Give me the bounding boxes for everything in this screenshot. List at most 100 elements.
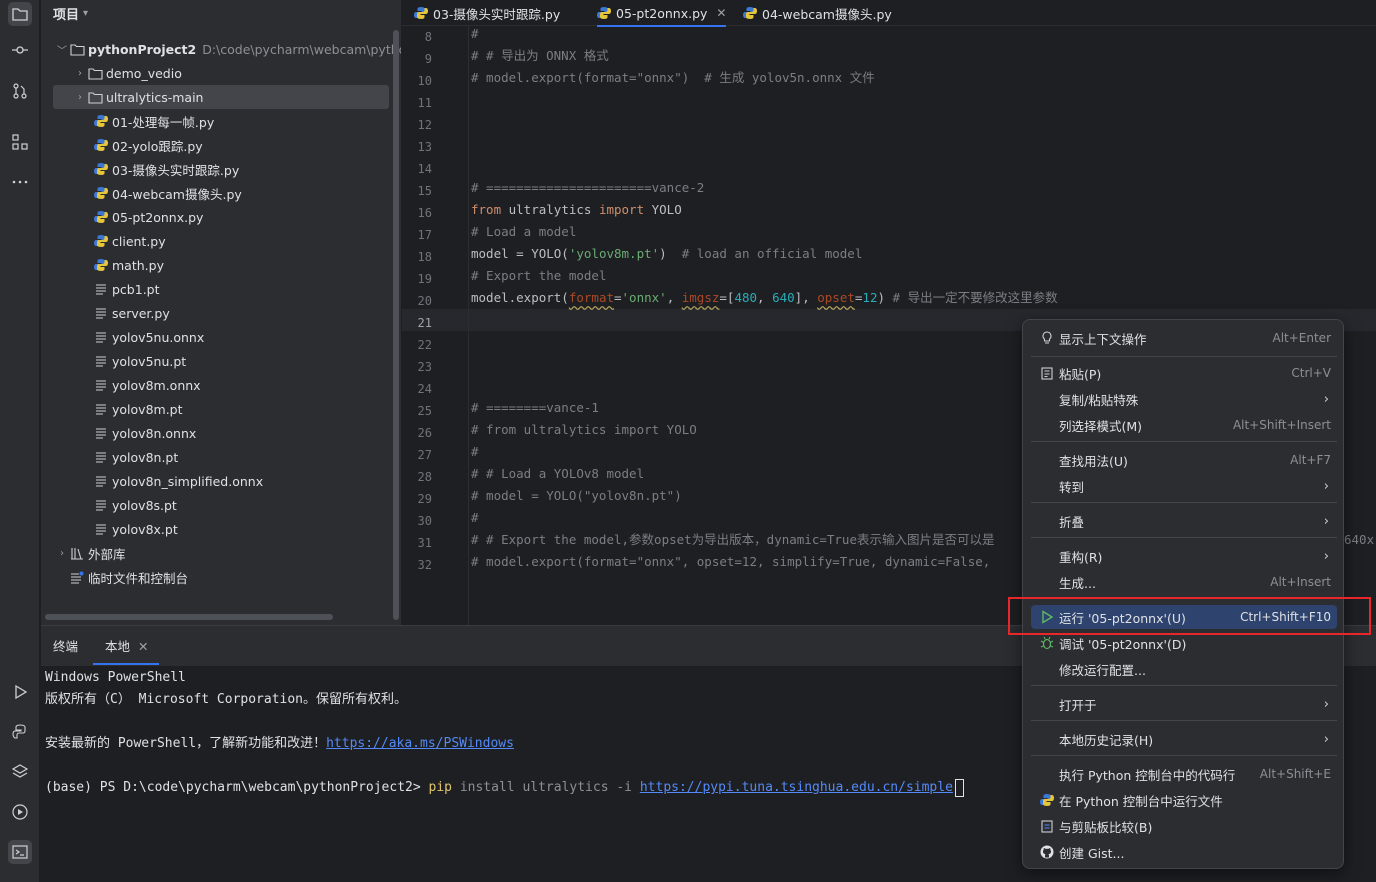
menu-item-modify-run-config[interactable]: 修改运行配置...	[1031, 657, 1337, 681]
code-line: # model.export(format="onnx", opset=12, …	[471, 554, 991, 569]
file-item[interactable]: yolov8n_simplified.onnx	[41, 469, 401, 493]
terminal-title: 终端	[53, 639, 79, 654]
external-libs-label: 外部库	[88, 546, 126, 562]
line-number: 19	[417, 272, 432, 286]
menu-item-refactor[interactable]: 重构(R) ›	[1031, 544, 1337, 568]
file-item[interactable]: yolov8m.onnx	[41, 373, 401, 397]
file-item[interactable]: 03-摄像头实时跟踪.py	[41, 157, 401, 181]
text-file-icon	[93, 449, 109, 465]
menu-separator	[1031, 441, 1337, 442]
text-file-icon	[93, 353, 109, 369]
file-item[interactable]: 02-yolo跟踪.py	[41, 133, 401, 157]
close-icon[interactable]: ✕	[138, 639, 148, 654]
folder-name: ultralytics-main	[106, 89, 204, 105]
menu-item-exec-python-console[interactable]: 执行 Python 控制台中的代码行 Alt+Shift+E	[1031, 762, 1337, 786]
context-menu: 显示上下文操作 Alt+Enter 粘贴(P) Ctrl+V 复制/粘贴特殊 ›…	[1022, 319, 1344, 869]
menu-item-folding[interactable]: 折叠 ›	[1031, 509, 1337, 533]
tree-scratches[interactable]: 临时文件和控制台	[41, 565, 401, 589]
code-line: # # Load a YOLOv8 model	[471, 466, 645, 481]
file-item[interactable]: server.py	[41, 301, 401, 325]
file-item[interactable]: yolov5nu.pt	[41, 349, 401, 373]
project-folder-icon[interactable]	[8, 2, 32, 26]
terminal-icon[interactable]	[8, 840, 32, 864]
menu-item-goto[interactable]: 转到 ›	[1031, 474, 1337, 498]
project-header[interactable]: 项目 ▾	[41, 0, 401, 26]
menu-item-run-in-python-console[interactable]: 在 Python 控制台中运行文件	[1031, 788, 1337, 812]
file-item[interactable]: yolov8m.pt	[41, 397, 401, 421]
file-name: yolov8n.onnx	[112, 425, 197, 441]
code-line: # ======================vance-2	[471, 180, 705, 195]
tab-03[interactable]: 03-摄像头实时跟踪.py	[414, 0, 560, 26]
file-item[interactable]: math.py	[41, 253, 401, 277]
layers-icon[interactable]	[8, 760, 32, 784]
python-console-icon[interactable]	[8, 720, 32, 744]
file-name: yolov8x.pt	[112, 521, 178, 537]
tree-folder-selected[interactable]: › ultralytics-main	[53, 85, 389, 109]
code-line: model = YOLO('yolov8m.pt') # load an off…	[471, 246, 863, 261]
menu-item-compare-clipboard[interactable]: 与剪贴板比较(B)	[1031, 814, 1337, 838]
file-item[interactable]: client.py	[41, 229, 401, 253]
file-name: yolov8n_simplified.onnx	[112, 473, 264, 489]
menu-separator	[1031, 356, 1337, 357]
line-number: 23	[417, 360, 432, 374]
pull-request-icon[interactable]	[8, 79, 32, 103]
tab-05-active[interactable]: 05-pt2onnx.py ✕	[597, 0, 727, 27]
python-file-icon	[93, 233, 109, 249]
file-item[interactable]: 04-webcam摄像头.py	[41, 181, 401, 205]
chevron-right-icon: ›	[1323, 513, 1329, 529]
line-number: 15	[417, 184, 432, 198]
file-item[interactable]: pcb1.pt	[41, 277, 401, 301]
pypi-link[interactable]: https://pypi.tuna.tsinghua.edu.cn/simple	[640, 780, 953, 795]
line-number-gutter: 8 9 10 11 12 13 14 15 16 17 18 19 20 21 22 23 24 25 26 27 28…	[402, 26, 468, 625]
annotation-red-box	[1008, 597, 1371, 635]
menu-item-column-selection[interactable]: 列选择模式(M) Alt+Shift+Insert	[1031, 413, 1337, 437]
menu-item-open-in[interactable]: 打开于 ›	[1031, 692, 1337, 716]
tab-local[interactable]: 本地 ✕	[93, 636, 159, 665]
debug-bug-icon	[1035, 636, 1059, 650]
menu-item-local-history[interactable]: 本地历史记录(H) ›	[1031, 727, 1337, 751]
python-file-icon	[414, 6, 428, 20]
file-name: math.py	[112, 257, 164, 273]
code-line: # Load a model	[471, 224, 577, 239]
line-number: 25	[417, 404, 432, 418]
tab-04[interactable]: 04-webcam摄像头.py	[743, 0, 892, 26]
commit-icon[interactable]	[8, 38, 32, 62]
project-scrollbar-vertical[interactable]	[393, 30, 399, 620]
file-item[interactable]: yolov8s.pt	[41, 493, 401, 517]
code-line: # # 导出为 ONNX 格式	[471, 48, 609, 63]
gutter-divider	[468, 26, 469, 625]
services-icon[interactable]	[8, 800, 32, 824]
tree-folder[interactable]: › demo_vedio	[41, 61, 401, 85]
menu-item-paste[interactable]: 粘贴(P) Ctrl+V	[1031, 361, 1337, 385]
python-file-icon	[93, 113, 109, 129]
line-number: 14	[417, 162, 432, 176]
menu-item-generate[interactable]: 生成... Alt+Insert	[1031, 570, 1337, 594]
python-icon	[1035, 793, 1059, 807]
tree-root[interactable]: ﹀ pythonProject2 D:\code\pycharm\webcam\…	[41, 37, 401, 61]
file-name: yolov5nu.onnx	[112, 329, 205, 345]
project-scrollbar-horizontal[interactable]	[45, 614, 333, 620]
menu-separator	[1031, 685, 1337, 686]
file-item[interactable]: 05-pt2onnx.py	[41, 205, 401, 229]
tree-external-libs[interactable]: › 外部库	[41, 541, 401, 565]
menu-item-find-usages[interactable]: 查找用法(U) Alt+F7	[1031, 448, 1337, 472]
menu-item-context-actions[interactable]: 显示上下文操作 Alt+Enter	[1031, 326, 1337, 350]
text-file-icon	[93, 425, 109, 441]
menu-item-create-gist[interactable]: 创建 Gist...	[1031, 840, 1337, 864]
file-item[interactable]: yolov8n.onnx	[41, 421, 401, 445]
line-number: 27	[417, 448, 432, 462]
line-number: 32	[417, 558, 432, 572]
file-item[interactable]: yolov8x.pt	[41, 517, 401, 541]
file-item[interactable]: yolov5nu.onnx	[41, 325, 401, 349]
run-icon[interactable]	[8, 680, 32, 704]
file-item[interactable]: yolov8n.pt	[41, 445, 401, 469]
chevron-right-icon: ›	[1323, 391, 1329, 407]
file-name: client.py	[112, 233, 166, 249]
powershell-link[interactable]: https://aka.ms/PSWindows	[326, 736, 514, 751]
menu-item-copy-paste-special[interactable]: 复制/粘贴特殊 ›	[1031, 387, 1337, 411]
more-icon[interactable]	[8, 170, 32, 194]
close-icon[interactable]: ✕	[716, 6, 726, 20]
chevron-down-icon: ﹀	[57, 45, 67, 57]
file-item[interactable]: 01-处理每一帧.py	[41, 109, 401, 133]
structure-icon[interactable]	[8, 130, 32, 154]
